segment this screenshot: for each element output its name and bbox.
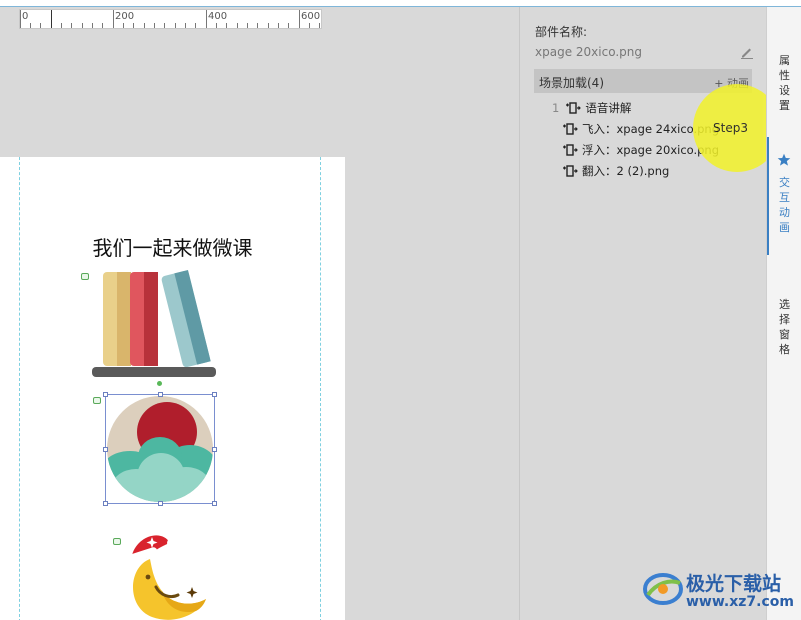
item-label: 语音讲解 xyxy=(585,101,632,115)
tab-label: 选择窗格 xyxy=(779,298,790,356)
star-icon xyxy=(777,153,791,166)
rotate-handle[interactable] xyxy=(157,381,162,386)
animation-item[interactable]: 1 语音讲解 xyxy=(552,100,631,116)
ruler-position-marker xyxy=(51,10,52,28)
component-name-value[interactable]: xpage 20xico.png xyxy=(535,45,642,59)
watermark-text: 极光下载站 xyxy=(686,573,782,595)
tab-properties[interactable]: 属性设置 xyxy=(767,53,801,113)
watermark: 极光下载站 www.xz7.com xyxy=(640,565,800,615)
animation-icon xyxy=(566,102,582,114)
watermark-logo-icon xyxy=(643,573,683,605)
selection-box[interactable] xyxy=(103,392,217,506)
animation-icon xyxy=(563,123,578,135)
resize-handle[interactable] xyxy=(103,392,108,397)
tab-selection-pane[interactable]: 选择窗格 xyxy=(767,297,801,357)
scene-load-label: 场景加载(4) xyxy=(539,76,604,90)
right-guide-line xyxy=(320,157,321,620)
animation-icon xyxy=(563,144,578,156)
ruler-label: 600 xyxy=(301,11,321,22)
watermark-url: www.xz7.com xyxy=(686,594,794,610)
anchor-icon[interactable] xyxy=(93,397,101,404)
ruler-label: 400 xyxy=(208,11,228,22)
ruler-label: 200 xyxy=(115,11,135,22)
item-label: 翻入：2 (2).png xyxy=(582,164,670,178)
tab-interactive-animation[interactable]: 交互动画 xyxy=(767,175,801,235)
resize-handle[interactable] xyxy=(103,447,108,452)
anchor-icon[interactable] xyxy=(81,273,89,280)
item-number: 1 xyxy=(552,101,560,115)
animation-item[interactable]: 翻入：2 (2).png xyxy=(562,163,669,179)
tab-label: 交互动画 xyxy=(779,176,790,234)
component-name-label: 部件名称: xyxy=(535,25,588,39)
resize-handle[interactable] xyxy=(212,392,217,397)
ruler-label: 0 xyxy=(22,11,29,22)
right-tab-bar: 属性设置 交互动画 选择窗格 xyxy=(766,7,801,620)
slide-page[interactable]: 我们一起来做微课 xyxy=(0,157,345,620)
page-title[interactable]: 我们一起来做微课 xyxy=(0,232,345,261)
resize-handle[interactable] xyxy=(212,447,217,452)
animation-icon xyxy=(563,165,578,177)
left-guide-line xyxy=(19,157,20,620)
books-image[interactable] xyxy=(90,270,218,378)
step-label: Step3 xyxy=(713,121,748,135)
tab-label: 属性设置 xyxy=(779,54,790,112)
anchor-icon[interactable] xyxy=(113,538,121,545)
horizontal-ruler: 0 200 400 600 xyxy=(19,9,322,29)
top-border xyxy=(0,0,801,7)
pencil-icon[interactable] xyxy=(740,45,754,59)
resize-handle[interactable] xyxy=(212,501,217,506)
resize-handle[interactable] xyxy=(103,501,108,506)
resize-handle[interactable] xyxy=(158,392,163,397)
sun-cloud-image[interactable] xyxy=(106,395,214,503)
resize-handle[interactable] xyxy=(158,501,163,506)
canvas-area[interactable]: 0 200 400 600 我们一起来做微课 xyxy=(0,7,519,620)
moon-santa-hat-image[interactable] xyxy=(122,529,214,620)
